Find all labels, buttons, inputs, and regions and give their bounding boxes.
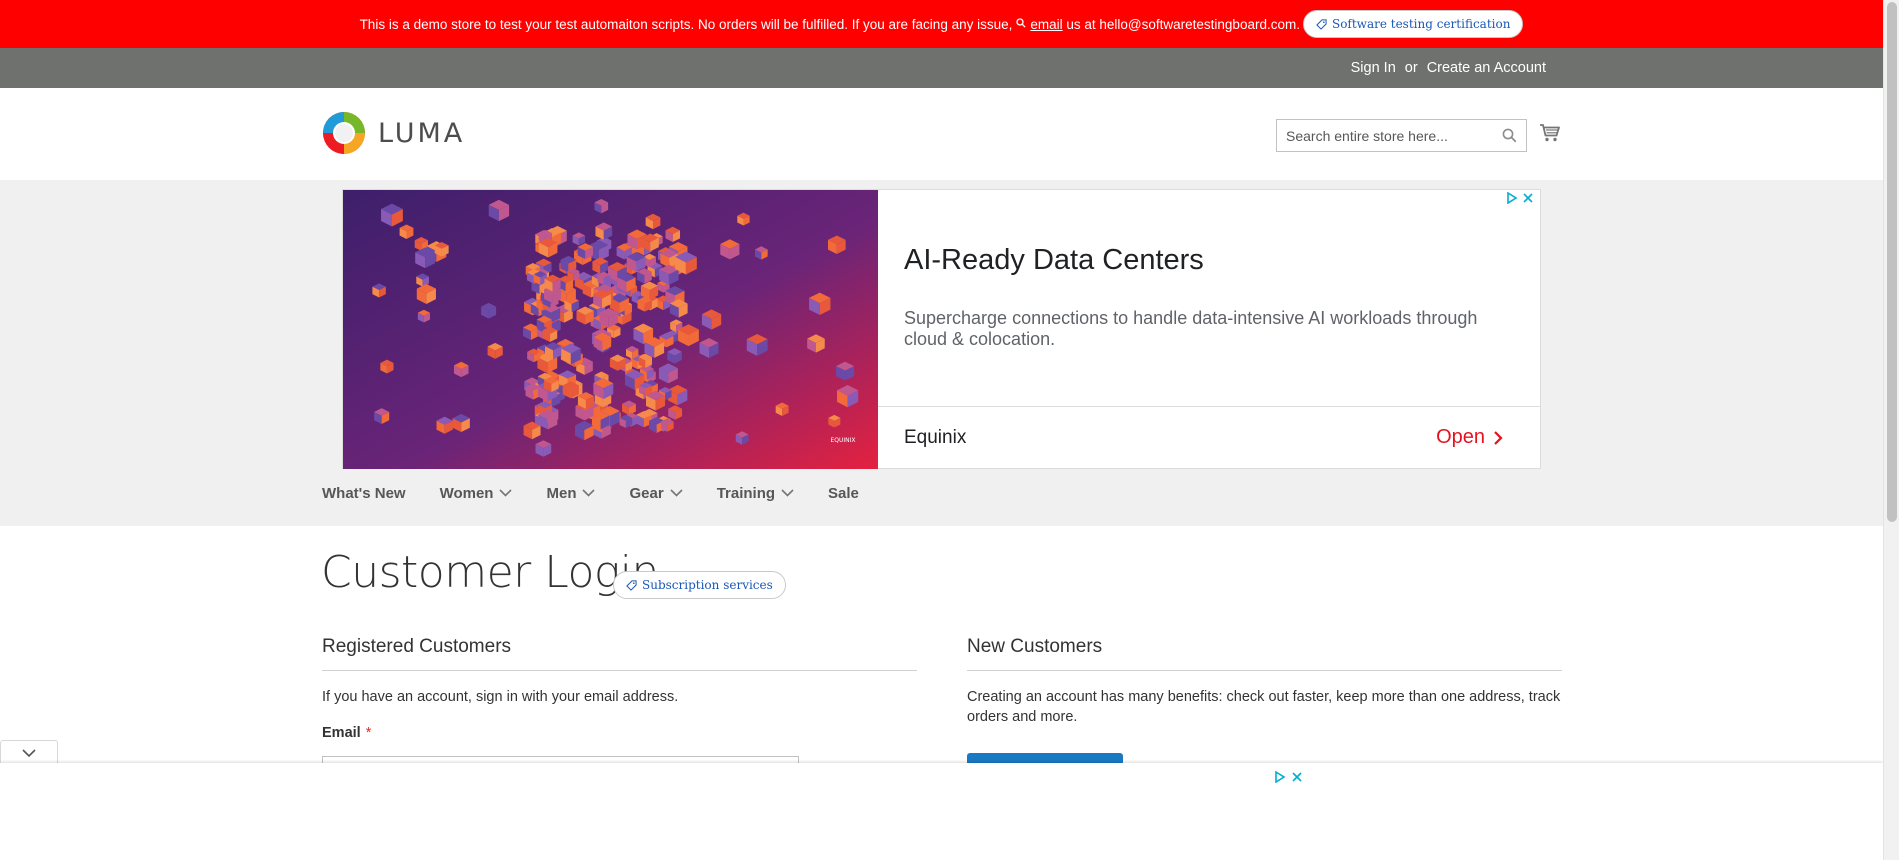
bottom-anchor-ad [0,763,1883,860]
email-label: Email * [322,725,372,741]
banner-email-text: us at hello@softwaretestingboard.com. [1066,16,1300,32]
site-header: LUMA [0,88,1883,180]
display-ad[interactable]: EQUINIX AI-Ready Data Centers Supercharg… [342,189,1541,469]
nav-item-label: Sale [828,484,859,502]
ad-image: EQUINIX [343,190,878,469]
ad-headline[interactable]: AI-Ready Data Centers [904,244,1204,277]
search-input[interactable] [1277,120,1487,151]
create-account-link[interactable]: Create an Account [1427,60,1546,76]
search-icon [1016,17,1027,31]
ad-footer: Equinix Open [878,406,1540,469]
title-pill-label: Subscription services [642,578,773,592]
nav-item-women[interactable]: Women [440,485,513,502]
scrollbar-thumb[interactable] [1887,2,1897,522]
ad-open-button[interactable]: Open [1436,426,1503,449]
nav-item-sale[interactable]: Sale [828,485,859,502]
page: This is a demo store to test your test a… [0,0,1899,860]
new-customers-title: New Customers [967,636,1562,671]
required-mark: * [365,725,372,741]
subscription-services-pill[interactable]: Subscription services [613,571,786,599]
new-customers-text: Creating an account has many benefits: c… [967,689,1561,725]
chevron-down-icon [670,489,683,497]
nav-item-what-s-new[interactable]: What's New [322,485,406,502]
page-title: Customer Login [321,547,659,598]
chevron-down-icon [499,489,513,497]
cart-icon[interactable] [1539,123,1561,148]
ad-advertiser: Equinix [904,427,967,448]
logo-text: LUMA [378,117,466,149]
registered-customers-block: Registered Customers If you have an acco… [322,636,917,790]
demo-store-banner: This is a demo store to test your test a… [0,0,1883,48]
email-link[interactable]: email [1030,17,1062,32]
nav-item-gear[interactable]: Gear [629,484,683,502]
ad-description: Supercharge connections to handle data-i… [904,308,1478,349]
chevron-down-icon [582,489,596,497]
account-links: Sign In or Create an Account [1351,48,1546,88]
chevron-right-icon [1494,430,1503,445]
new-customers-block: New Customers Creating an account has ma… [967,636,1562,793]
ad-open-label: Open [1436,426,1485,448]
luma-logo-icon [323,112,365,154]
chevron-down-icon [781,489,794,497]
nav-item-label: Gear [629,484,664,502]
tag-icon [626,579,637,591]
ad-body: AI-Ready Data Centers Supercharge connec… [878,190,1540,406]
nav-item-label: What's New [322,484,406,502]
nav-item-label: Training [716,484,776,502]
account-bar: Sign In or Create an Account [0,48,1883,88]
adchoices-icon[interactable] [1274,771,1286,783]
registered-customers-title: Registered Customers [322,636,917,671]
page-scrollbar[interactable] [1883,0,1899,860]
luma-logo[interactable]: LUMA [322,110,465,156]
nav-item-label: Women [439,484,494,502]
nav-item-label: Men [546,484,577,502]
main-nav: What's New Women Men Gear Training Sale [322,477,893,509]
registered-customers-text: If you have an account, sign in with you… [322,689,679,705]
pill-label: Software testing certification [1331,17,1511,31]
or-separator: or [1404,60,1418,76]
search-icon[interactable] [1502,128,1517,148]
nav-band: EQUINIX AI-Ready Data Centers Supercharg… [0,180,1883,526]
bottom-adchoices-badges [1274,771,1303,783]
nav-item-men[interactable]: Men [546,484,596,502]
nav-item-training[interactable]: Training [717,485,794,502]
chevron-down-icon [22,749,36,758]
ad-art-logo: EQUINIX [830,437,855,444]
software-testing-certification-pill[interactable]: Software testing certification [1302,10,1524,38]
close-ad-icon[interactable] [1291,771,1303,783]
search-box [1276,119,1527,152]
sign-in-link[interactable]: Sign In [1351,60,1396,76]
tag-icon [1316,18,1327,30]
banner-message: This is a demo store to test your test a… [359,16,1013,32]
